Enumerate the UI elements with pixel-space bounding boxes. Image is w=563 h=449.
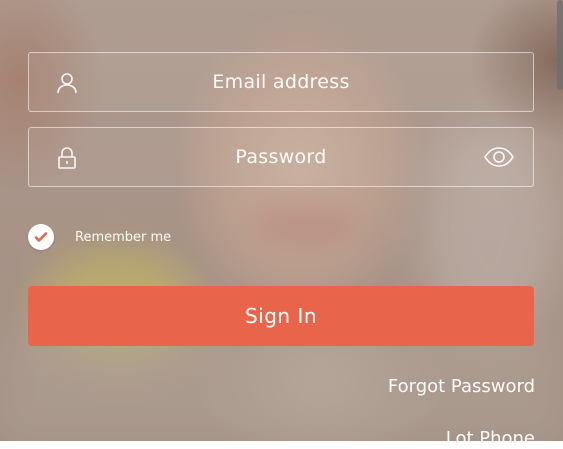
password-field[interactable]: Password <box>28 127 534 187</box>
check-icon <box>34 232 48 242</box>
forgot-password-link[interactable]: Forgot Password <box>388 376 535 397</box>
scrollbar[interactable] <box>557 0 563 90</box>
remember-checkbox[interactable] <box>28 224 54 250</box>
remember-me[interactable]: Remember me <box>28 223 171 251</box>
eye-icon[interactable] <box>483 145 515 169</box>
remember-label: Remember me <box>75 229 172 245</box>
sign-in-button[interactable]: Sign In <box>28 286 534 346</box>
email-placeholder: Email address <box>212 71 350 93</box>
password-placeholder: Password <box>235 146 327 168</box>
email-field[interactable]: Email address <box>28 52 534 112</box>
partial-link[interactable]: Lot Phone <box>446 428 535 449</box>
lock-icon <box>55 146 79 170</box>
user-icon <box>55 71 79 95</box>
